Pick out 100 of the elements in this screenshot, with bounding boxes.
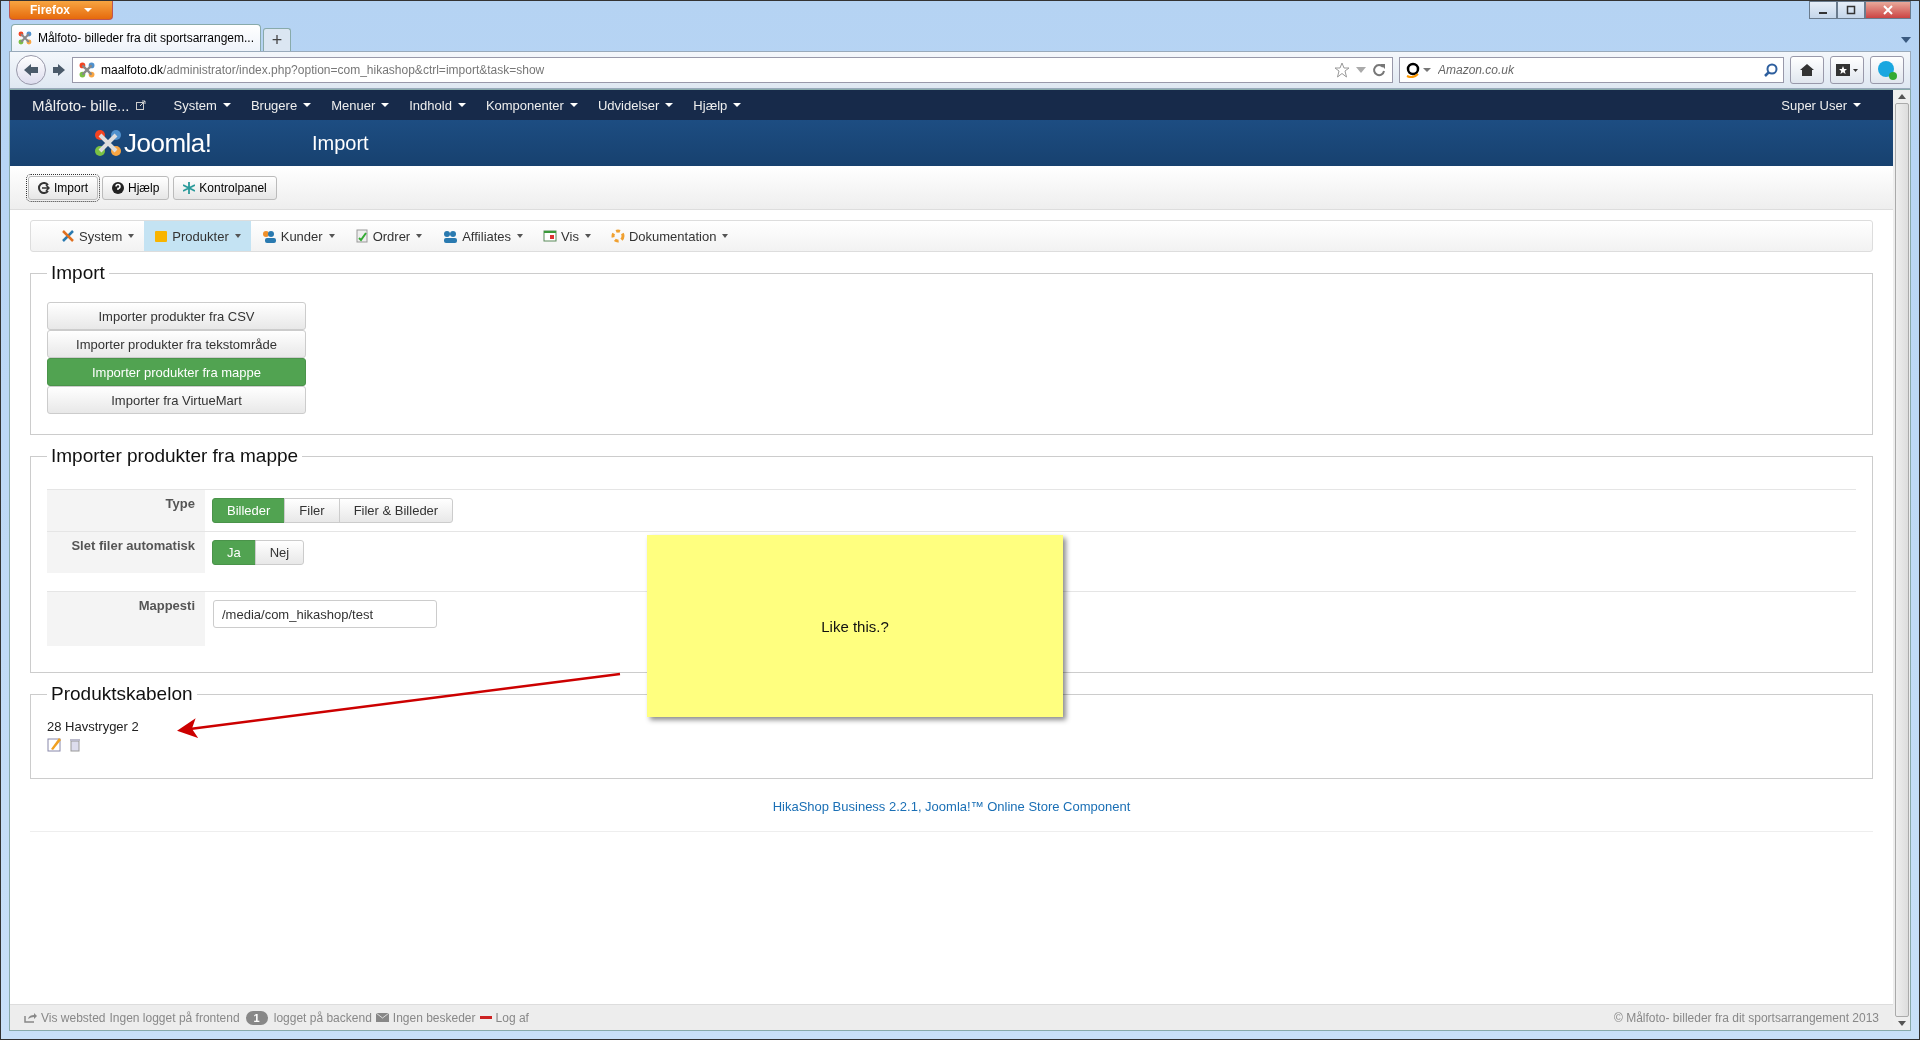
asterisk-icon — [183, 181, 196, 194]
folder-path-field[interactable]: /media/com_hikashop/test — [213, 600, 437, 628]
note-text: Like this.? — [821, 617, 889, 635]
tab-title: Målfoto- billeder fra dit sportsarrangem... — [37, 31, 254, 45]
admin-menu-item[interactable]: Hjælp — [683, 97, 752, 113]
address-bar[interactable]: maalfoto.dk/administrator/index.php?option=com_hikashop&ctrl=import&task=show — [72, 57, 1393, 83]
submenu-tab[interactable]: Vis — [533, 221, 601, 251]
new-tab-button[interactable]: + — [263, 28, 291, 51]
external-link-icon — [135, 100, 146, 110]
submenu-tab[interactable]: Dokumentation — [600, 221, 739, 251]
home-icon — [1799, 63, 1815, 77]
minimize-button[interactable] — [1809, 1, 1837, 19]
scroll-up-icon[interactable] — [1897, 94, 1906, 99]
caret-icon — [234, 234, 241, 238]
import-option-button[interactable]: Importer produkter fra CSV — [47, 302, 306, 330]
users-icon — [260, 229, 277, 243]
caret-icon — [457, 103, 466, 107]
admin-menu-item[interactable]: Menuer — [321, 97, 400, 113]
document-icon — [354, 229, 369, 243]
caret-icon — [328, 234, 335, 238]
help-icon — [112, 181, 124, 194]
minimize-icon — [1819, 12, 1827, 14]
admin-menu-item[interactable]: Brugere — [240, 97, 322, 113]
users-icon — [442, 229, 459, 243]
toggle-option[interactable]: Filer & Billeder — [338, 498, 454, 523]
page-title: Import — [312, 131, 369, 155]
toolbar-button[interactable]: Import — [28, 175, 98, 200]
import-icon — [38, 181, 50, 194]
site-link[interactable]: Målfoto- bille... — [32, 96, 130, 114]
backend-status: logget på backend — [273, 1010, 372, 1025]
search-field[interactable]: Amazon.co.uk — [1399, 57, 1784, 83]
submenu-tab[interactable]: Kunder — [250, 221, 345, 251]
toggle-option[interactable]: Nej — [254, 540, 305, 565]
close-icon — [1883, 5, 1893, 15]
admin-menu-item[interactable]: Komponenter — [475, 97, 588, 113]
product-name: 28 Havstryger 2 — [47, 719, 140, 734]
tools-icon — [61, 229, 75, 243]
section-title: Import — [50, 262, 106, 284]
home-button[interactable] — [1790, 56, 1824, 84]
logo-text: Joomla! — [124, 127, 212, 159]
submenu-tab[interactable]: System — [51, 221, 145, 251]
bookmarks-button[interactable] — [1830, 56, 1864, 84]
back-arrow-icon — [23, 63, 39, 77]
search-icon[interactable] — [1764, 63, 1778, 77]
caret-icon — [1853, 103, 1861, 107]
reload-icon[interactable] — [1372, 63, 1386, 77]
forward-icon[interactable] — [52, 63, 66, 77]
toolbar-button[interactable]: Kontrolpanel — [173, 175, 277, 200]
field-label: Slet filer automatisk — [71, 538, 195, 553]
caret-icon — [665, 103, 674, 107]
frontend-status: Ingen logget på frontend — [109, 1010, 240, 1025]
maximize-icon — [1846, 5, 1856, 15]
favicon-icon — [18, 31, 32, 45]
url-domain: maalfoto.dk — [101, 63, 164, 77]
submenu-tab[interactable]: Ordrer — [344, 221, 433, 251]
field-label: Mappesti — [138, 598, 195, 613]
bookmark-star-icon[interactable] — [1334, 62, 1350, 78]
caret-icon — [517, 234, 524, 238]
caret-icon — [303, 103, 312, 107]
admin-menu-item[interactable]: Udvidelser — [587, 97, 684, 113]
submenu-tab[interactable]: Produkter — [144, 221, 251, 251]
favicon-icon — [79, 62, 95, 78]
chat-button[interactable] — [1870, 56, 1904, 84]
caret-icon — [722, 234, 729, 238]
count-badge: 1 — [245, 1010, 268, 1025]
folder-icon — [154, 229, 169, 243]
admin-menu-item[interactable]: Indhold — [399, 97, 476, 113]
url-path: /administrator/index.php?option=com_hikashop&ctrl=import&task=show — [163, 63, 545, 77]
section-title: Produktskabelon — [50, 683, 194, 705]
user-menu[interactable]: Super User — [1771, 97, 1871, 113]
search-engine-icon[interactable] — [1405, 62, 1431, 78]
bookmark-star-icon — [1835, 63, 1859, 77]
toolbar-button[interactable]: Hjælp — [102, 175, 170, 200]
import-option-button[interactable]: Importer fra VirtueMart — [47, 386, 306, 414]
close-button[interactable] — [1865, 1, 1911, 19]
toggle-option[interactable]: Filer — [284, 498, 340, 523]
browser-tab[interactable]: Målfoto- billeder fra dit sportsarrangem... — [11, 24, 261, 51]
scroll-down-icon[interactable] — [1897, 1021, 1906, 1026]
field-label: Type — [165, 496, 195, 511]
admin-menu-item[interactable]: System — [163, 97, 241, 113]
minus-icon — [479, 1015, 492, 1020]
chat-icon — [1876, 60, 1898, 80]
maximize-button[interactable] — [1837, 1, 1865, 19]
caret-icon — [381, 103, 390, 107]
share-icon — [24, 1012, 37, 1023]
lifebuoy-icon — [610, 229, 625, 243]
caret-icon — [84, 8, 92, 12]
tab-list-icon[interactable] — [1901, 37, 1911, 43]
back-button[interactable] — [16, 55, 46, 85]
messages-status: Ingen beskeder — [392, 1010, 476, 1025]
caret-icon — [733, 103, 742, 107]
import-option-button[interactable]: Importer produkter fra tekstområde — [47, 330, 306, 358]
window-icon — [543, 229, 558, 243]
section-title: Importer produkter fra mappe — [50, 445, 300, 467]
envelope-icon — [375, 1013, 389, 1022]
caret-icon — [222, 103, 231, 107]
footer-link[interactable]: HikaShop Business 2.2.1, Joomla!™ Online Store Component — [772, 799, 1131, 814]
caret-icon — [128, 234, 135, 238]
joomla-logo-icon — [94, 129, 122, 157]
submenu-tab[interactable]: Affiliates — [432, 221, 534, 251]
